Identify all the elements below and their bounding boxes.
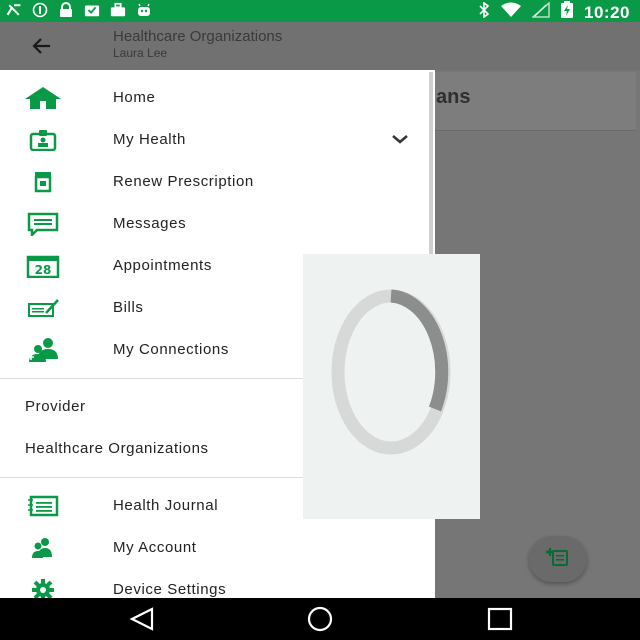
drawer-item-label: Health Journal xyxy=(113,497,219,514)
drawer-item-label: Healthcare Organizations xyxy=(25,440,209,457)
system-nav-bar xyxy=(0,598,640,640)
drawer-item-label: Home xyxy=(113,89,156,106)
connections-icon xyxy=(24,337,62,363)
drawer-item-label: Bills xyxy=(113,299,144,316)
signal-icon xyxy=(531,1,550,23)
app-bar-subtitle: Laura Lee xyxy=(113,46,168,60)
drawer-item-label: My Connections xyxy=(113,341,229,358)
drawer-item-label: Device Settings xyxy=(113,581,227,598)
drawer-item-label: Messages xyxy=(113,215,187,232)
briefcase-icon xyxy=(110,2,126,18)
journal-icon xyxy=(24,493,62,519)
calendar-icon: 28 xyxy=(24,253,62,279)
status-bar: 10:20 xyxy=(0,0,640,22)
chevron-down-icon[interactable] xyxy=(390,129,410,149)
home-circle-icon[interactable] xyxy=(306,606,334,632)
drawer-item-label: Renew Prescription xyxy=(113,173,254,190)
wifi-icon xyxy=(500,2,522,23)
calendar-badge-text: 28 xyxy=(35,263,52,277)
carrier-x-icon xyxy=(6,2,22,18)
drawer-item-renew-prescription[interactable]: Renew Prescription xyxy=(0,161,430,203)
inbox-icon xyxy=(84,2,100,18)
nfc-icon xyxy=(32,2,48,18)
status-time: 10:20 xyxy=(584,2,630,22)
message-icon xyxy=(24,211,62,237)
drawer-item-home[interactable]: Home xyxy=(0,77,430,119)
home-icon xyxy=(24,85,62,111)
drawer-item-device-settings[interactable]: Device Settings xyxy=(0,569,430,598)
android-icon xyxy=(136,2,152,18)
drawer-item-label: My Account xyxy=(113,539,197,556)
background-card-text: ans xyxy=(436,86,471,108)
bluetooth-icon xyxy=(478,1,490,23)
app-bar: Healthcare Organizations Laura Lee xyxy=(0,22,640,70)
app-bar-title: Healthcare Organizations xyxy=(113,28,283,45)
drawer-item-label: Appointments xyxy=(113,257,212,274)
drawer-item-my-account[interactable]: My Account xyxy=(0,527,430,569)
lock-icon xyxy=(58,2,74,18)
drawer-item-messages[interactable]: Messages xyxy=(0,203,430,245)
add-document-button[interactable] xyxy=(529,536,587,582)
back-arrow-icon[interactable] xyxy=(30,34,54,58)
loading-spinner-icon xyxy=(303,289,480,523)
bill-icon xyxy=(24,295,62,321)
loading-dialog xyxy=(303,254,480,519)
drawer-item-my-health[interactable]: My Health xyxy=(0,119,430,161)
drawer-item-label: Provider xyxy=(25,398,86,415)
gear-icon xyxy=(24,577,62,598)
add-document-icon xyxy=(545,546,571,573)
drawer-scrollbar[interactable] xyxy=(429,72,433,272)
drawer-item-label: My Health xyxy=(113,131,186,148)
account-icon xyxy=(24,535,62,561)
back-triangle-icon[interactable] xyxy=(128,606,156,632)
battery-charging-icon xyxy=(560,1,574,24)
id-badge-icon xyxy=(24,127,62,153)
prescription-icon xyxy=(24,169,62,195)
recents-square-icon[interactable] xyxy=(486,606,514,632)
